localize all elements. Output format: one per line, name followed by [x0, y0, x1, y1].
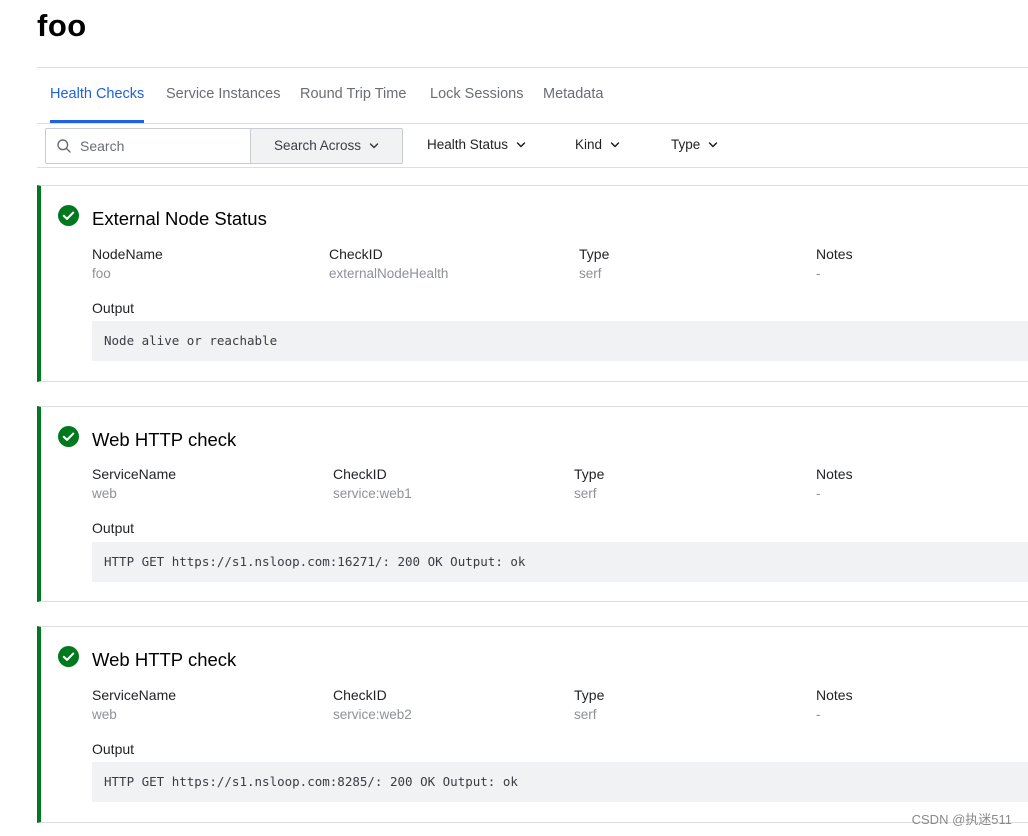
tab-round-trip-time[interactable]: Round Trip Time	[300, 68, 406, 122]
field-value: web	[92, 486, 117, 501]
field-label: CheckID	[329, 246, 383, 262]
field-label: ServiceName	[92, 466, 177, 482]
health-status-dropdown[interactable]: Health Status	[427, 128, 526, 162]
search-across-label: Search Across	[273, 138, 362, 153]
tab-bar: Health Checks Service Instances Round Tr…	[37, 68, 1028, 124]
page: foo Health Checks Service Instances Roun…	[0, 0, 1028, 836]
output-label: Output	[92, 520, 135, 536]
type-label: Type	[671, 137, 701, 152]
health-status-label: Health Status	[427, 137, 509, 152]
field-label: Type	[574, 466, 605, 482]
health-check-card: Web HTTP check ServiceName web CheckID s…	[37, 406, 1028, 602]
field-value: -	[816, 266, 821, 281]
check-circle-icon	[58, 205, 79, 226]
field-label: Type	[579, 246, 610, 262]
tab-metadata[interactable]: Metadata	[543, 68, 603, 122]
field-value: externalNodeHealth	[329, 266, 449, 281]
field-value: service:web1	[333, 486, 412, 501]
check-circle-icon	[58, 646, 79, 667]
field-value: serf	[574, 486, 597, 501]
check-title: Web HTTP check	[92, 649, 237, 670]
check-title: External Node Status	[92, 208, 267, 229]
output-block: HTTP GET https://s1.nsloop.com:8285/: 20…	[92, 762, 1028, 802]
field-value: serf	[579, 266, 602, 281]
field-value: -	[816, 486, 821, 501]
field-label: Notes	[816, 246, 853, 262]
divider	[37, 167, 1028, 168]
field-value: service:web2	[333, 707, 412, 722]
tab-health-checks[interactable]: Health Checks	[50, 68, 145, 123]
filter-bar: Search Across Health Status Kind Type	[37, 124, 1028, 168]
tab-service-instances[interactable]: Service Instances	[166, 68, 280, 122]
field-label: Type	[574, 687, 605, 703]
watermark: CSDN @执迷511	[911, 812, 1012, 827]
chevron-down-icon	[610, 142, 620, 148]
check-title: Web HTTP check	[92, 429, 237, 450]
field-value: foo	[92, 266, 111, 281]
search-input[interactable]	[80, 129, 245, 163]
field-value: -	[816, 707, 821, 722]
output-block: Node alive or reachable	[92, 321, 1028, 361]
search-box	[45, 128, 251, 164]
field-label: CheckID	[333, 687, 387, 703]
chevron-down-icon	[709, 142, 718, 148]
kind-label: Kind	[575, 137, 603, 152]
check-circle-icon	[58, 426, 79, 447]
health-check-card: External Node Status NodeName foo CheckI…	[37, 185, 1028, 382]
output-block: HTTP GET https://s1.nsloop.com:16271/: 2…	[92, 542, 1028, 582]
type-dropdown[interactable]: Type	[671, 128, 718, 162]
search-across-dropdown[interactable]: Search Across	[250, 128, 403, 164]
chevron-down-icon	[516, 142, 526, 148]
field-label: ServiceName	[92, 687, 177, 703]
field-label: Notes	[816, 687, 853, 703]
output-label: Output	[92, 741, 135, 757]
field-label: NodeName	[92, 246, 163, 262]
chevron-down-icon	[369, 143, 379, 149]
field-value: serf	[574, 707, 597, 722]
page-title: foo	[37, 8, 87, 43]
field-label: CheckID	[333, 466, 387, 482]
field-value: web	[92, 707, 117, 722]
kind-dropdown[interactable]: Kind	[575, 128, 620, 162]
output-label: Output	[92, 300, 135, 316]
health-check-card: Web HTTP check ServiceName web CheckID s…	[37, 626, 1028, 823]
field-label: Notes	[816, 466, 853, 482]
tab-lock-sessions[interactable]: Lock Sessions	[430, 68, 524, 122]
search-icon	[57, 139, 71, 153]
